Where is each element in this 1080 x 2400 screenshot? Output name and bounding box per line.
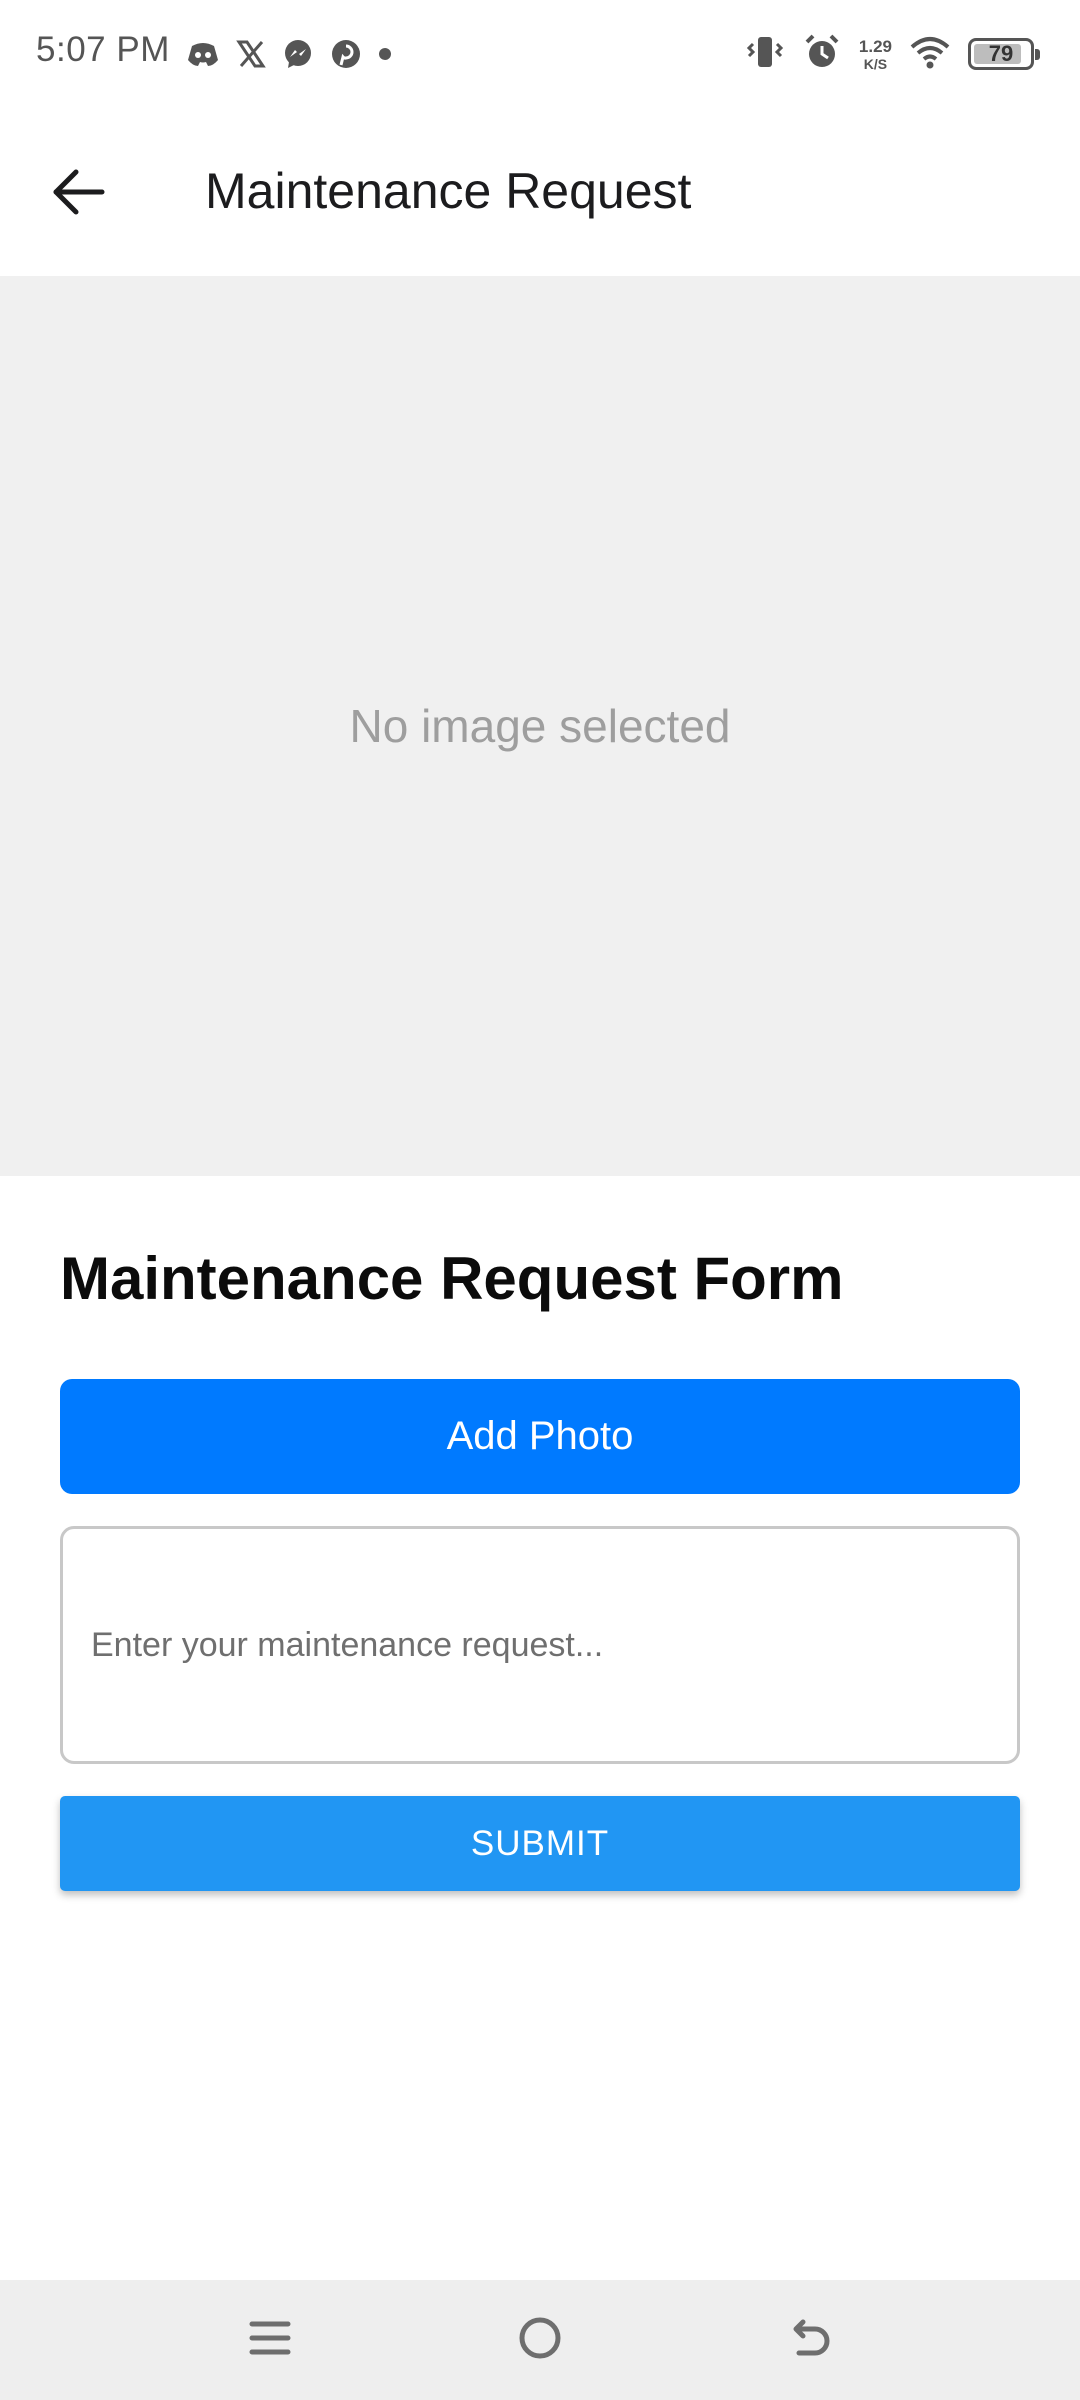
discord-icon bbox=[186, 40, 220, 68]
back-arrow-icon bbox=[787, 2315, 833, 2366]
add-photo-button[interactable]: Add Photo bbox=[60, 1379, 1020, 1494]
network-speed-value: 1.29 bbox=[858, 36, 892, 56]
status-time: 5:07 PM bbox=[36, 30, 170, 69]
form-title: Maintenance Request Form bbox=[60, 1245, 844, 1312]
messenger-icon bbox=[282, 38, 314, 70]
arrow-left-icon bbox=[50, 167, 106, 222]
home-button[interactable] bbox=[505, 2305, 575, 2375]
image-preview-area: No image selected bbox=[0, 276, 1080, 1176]
system-back-button[interactable] bbox=[775, 2305, 845, 2375]
page-title: Maintenance Request bbox=[205, 163, 692, 219]
menu-icon bbox=[248, 2316, 292, 2365]
battery-icon: 79 bbox=[968, 38, 1040, 70]
status-bar: 5:07 PM 1.29 K/S 79 bbox=[0, 0, 1080, 108]
app-bar: Maintenance Request bbox=[0, 108, 1080, 276]
submit-button[interactable]: SUBMIT bbox=[60, 1796, 1020, 1891]
alarm-icon bbox=[803, 33, 841, 76]
status-right-icons: 1.29 K/S 79 bbox=[745, 28, 1040, 80]
dot-icon bbox=[378, 47, 392, 61]
notification-icons bbox=[186, 32, 392, 76]
wifi-icon bbox=[910, 35, 950, 74]
network-speed-unit: K/S bbox=[863, 55, 888, 72]
back-button[interactable] bbox=[40, 156, 116, 232]
recent-apps-button[interactable] bbox=[235, 2305, 305, 2375]
maintenance-request-input[interactable] bbox=[60, 1526, 1020, 1764]
no-image-text: No image selected bbox=[349, 700, 731, 752]
system-navigation-bar bbox=[0, 2280, 1080, 2400]
network-speed: 1.29 K/S bbox=[859, 38, 892, 71]
pinterest-icon bbox=[330, 38, 362, 70]
x-icon bbox=[236, 39, 266, 69]
battery-level: 79 bbox=[988, 41, 1014, 66]
vibrate-icon bbox=[745, 34, 785, 75]
circle-icon bbox=[517, 2315, 563, 2366]
